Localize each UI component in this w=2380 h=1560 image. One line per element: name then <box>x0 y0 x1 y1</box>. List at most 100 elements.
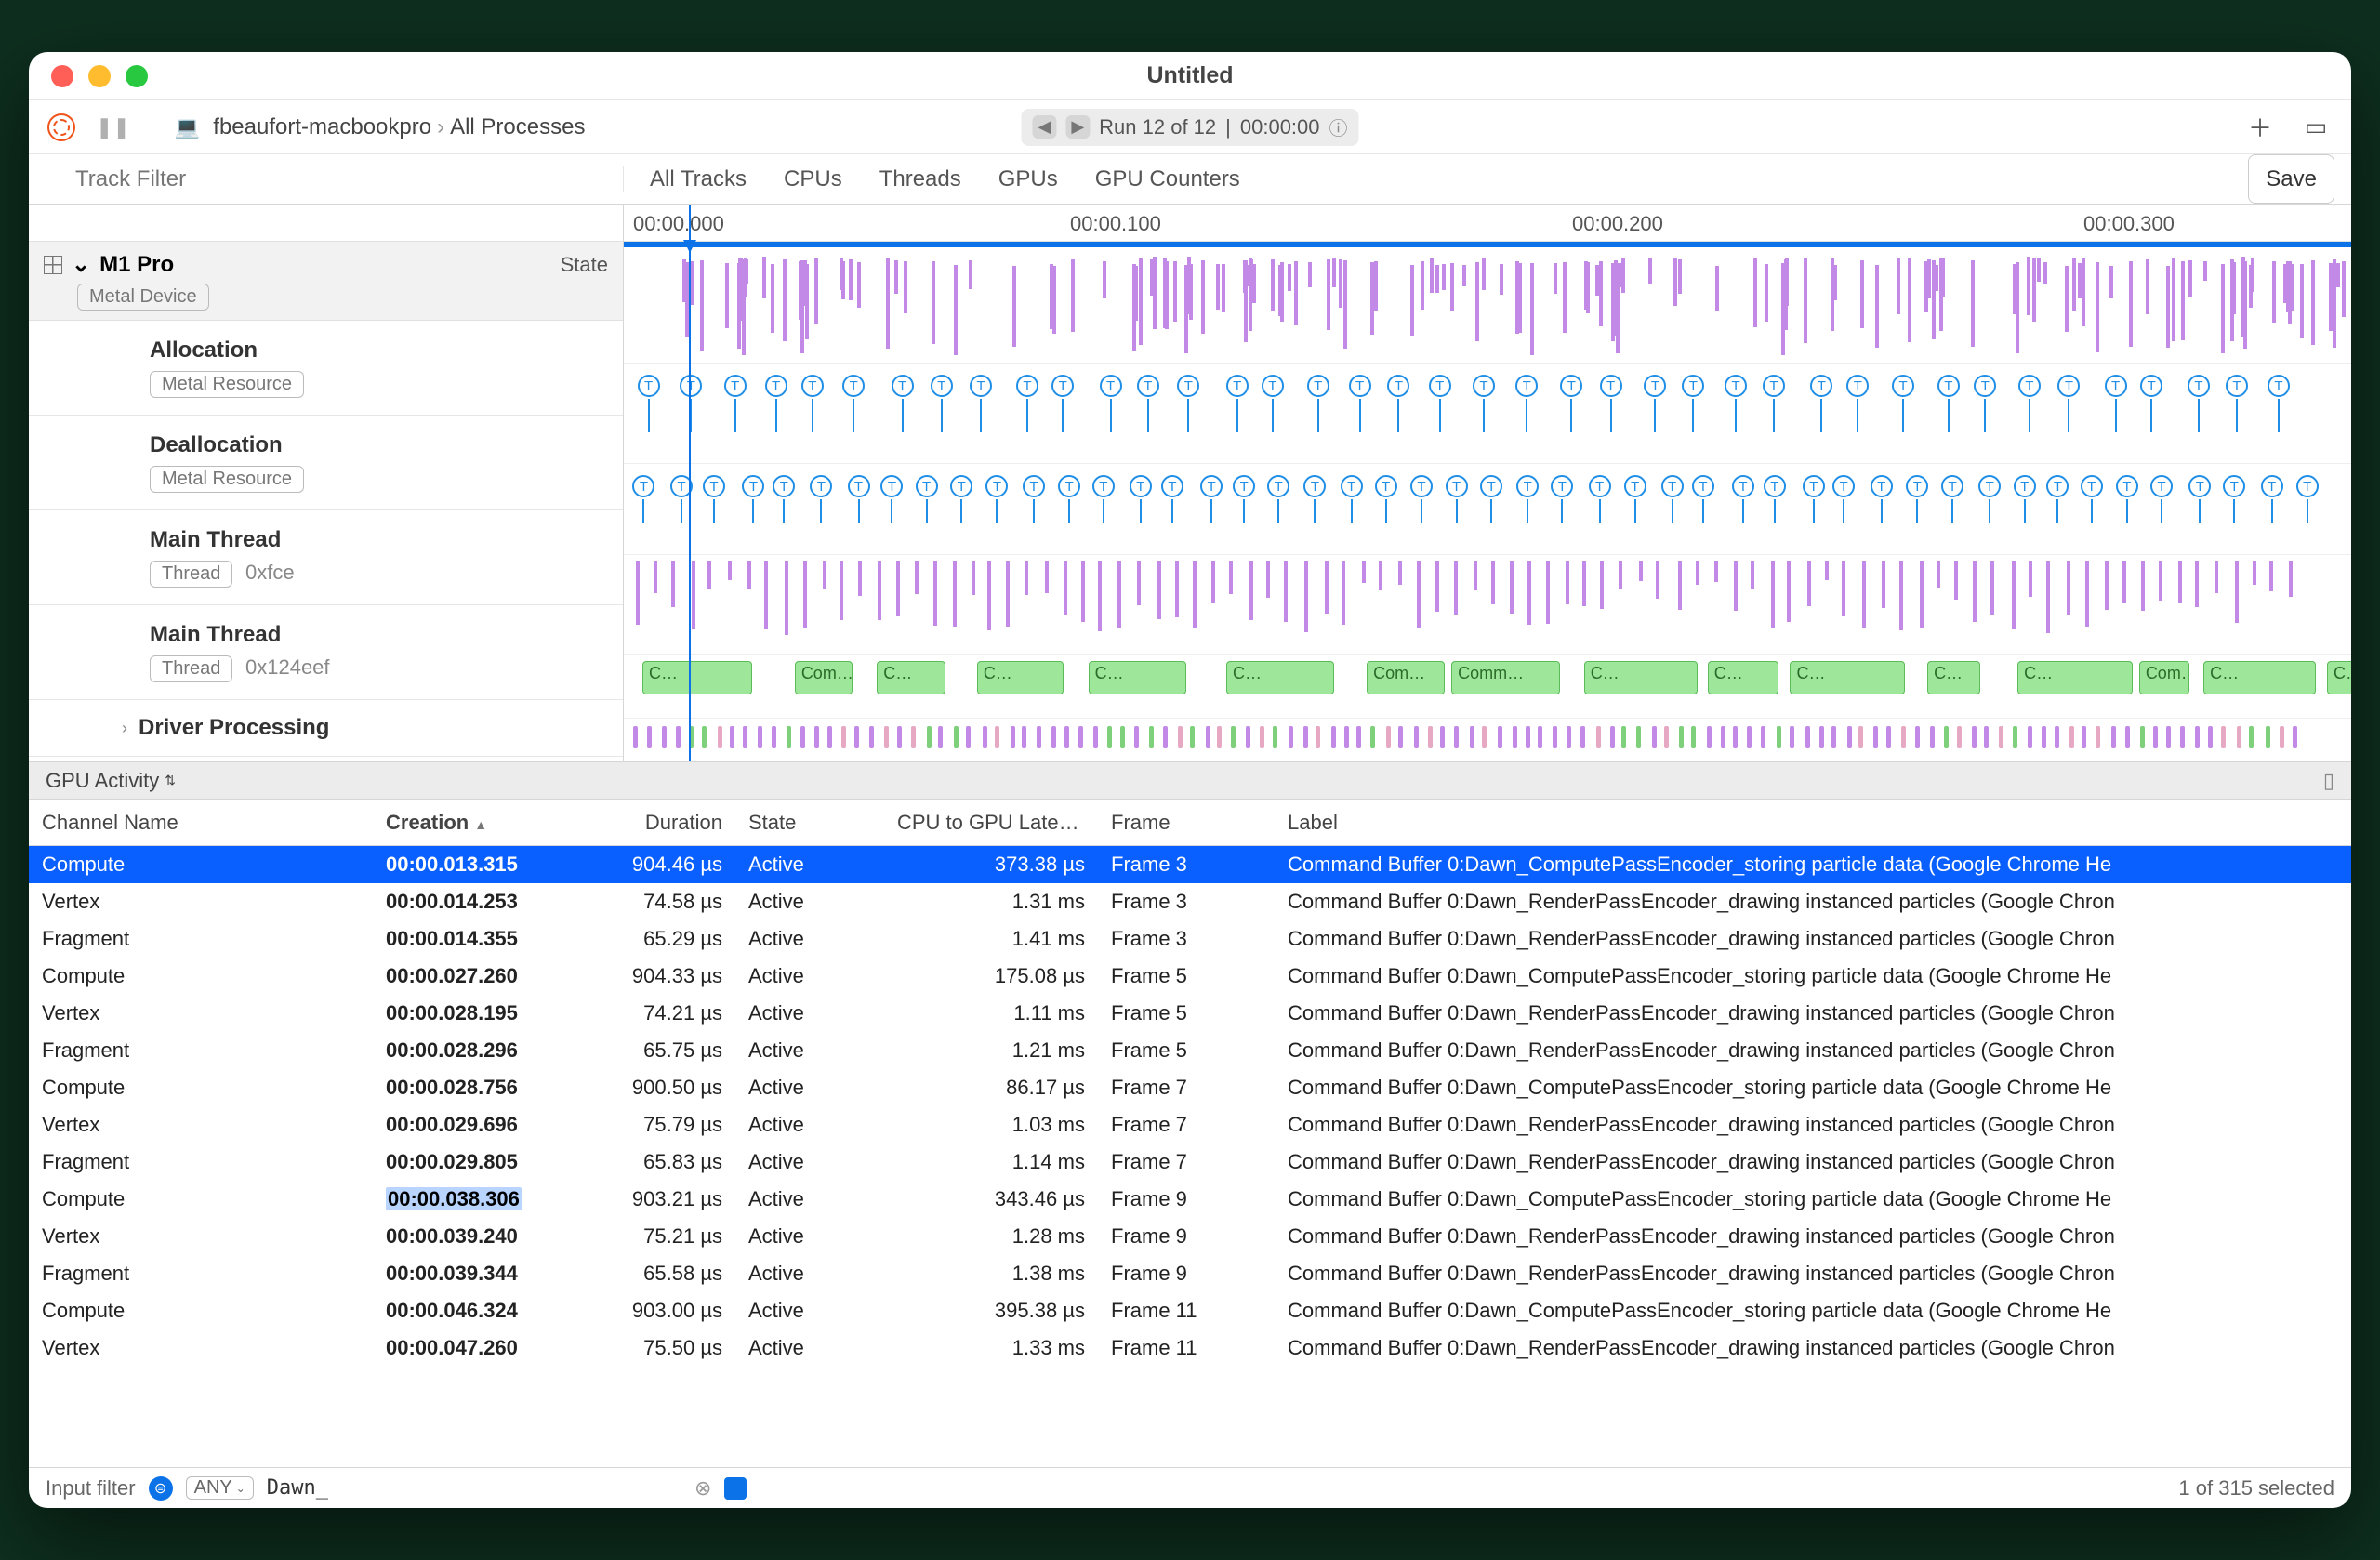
filter-chip-icon[interactable]: ⊜ <box>149 1476 173 1501</box>
timeline-canvas[interactable]: 00:00.000 00:00.100 00:00.200 00:00.300 … <box>624 205 2351 761</box>
table-row[interactable]: Compute 00:00.013.315 904.46 µs Active 3… <box>29 846 2351 883</box>
table-row[interactable]: Vertex 00:00.029.696 75.79 µs Active 1.0… <box>29 1106 2351 1144</box>
cell-frame: Frame 11 <box>1098 1299 1275 1323</box>
cell-frame: Frame 11 <box>1098 1336 1275 1360</box>
command-segment[interactable]: C… <box>1226 661 1334 694</box>
table-row[interactable]: Compute 00:00.046.324 903.00 µs Active 3… <box>29 1292 2351 1329</box>
breadcrumb[interactable]: fbeaufort-macbookpro › All Processes <box>213 114 585 140</box>
cell-latency: 175.08 µs <box>884 964 1098 988</box>
device-track-header[interactable]: ⌄ M1 Pro State Metal Device <box>29 242 623 321</box>
track-row[interactable]: Deallocation Metal Resource <box>29 416 623 510</box>
cell-frame: Frame 9 <box>1098 1224 1275 1249</box>
sort-asc-icon: ▲ <box>474 817 487 832</box>
minimize-window-button[interactable] <box>88 65 111 87</box>
col-header-frame[interactable]: Frame <box>1098 811 1275 835</box>
col-header-latency[interactable]: CPU to GPU Laten… <box>884 811 1098 835</box>
command-segment[interactable]: C… <box>977 661 1064 694</box>
cell-channel: Vertex <box>29 1001 373 1025</box>
track-row[interactable]: Main Thread Thread 0x124eef <box>29 605 623 700</box>
command-segment[interactable]: C… <box>877 661 945 694</box>
col-header-label[interactable]: Label <box>1275 811 2351 835</box>
filter-token[interactable]: Dawn_ <box>267 1476 328 1500</box>
state-column-header: State <box>561 253 608 277</box>
command-segment[interactable]: C… <box>2203 661 2316 694</box>
filter-bar: ⊜ All Tracks CPUs Threads GPUs GPU Count… <box>29 154 2351 205</box>
col-header-duration[interactable]: Duration <box>596 811 735 835</box>
table-row[interactable]: Vertex 00:00.047.260 75.50 µs Active 1.3… <box>29 1329 2351 1367</box>
command-segment[interactable]: Com… <box>2139 661 2189 694</box>
add-button[interactable]: ＋ <box>2243 111 2277 144</box>
clear-filter-button[interactable]: ⊗ <box>694 1476 711 1501</box>
command-segment[interactable]: C… <box>1708 661 1778 694</box>
table-row[interactable]: Vertex 00:00.014.253 74.58 µs Active 1.3… <box>29 883 2351 920</box>
cell-channel: Fragment <box>29 927 373 951</box>
track-row[interactable]: Allocation Metal Resource <box>29 321 623 416</box>
command-segment[interactable]: C… <box>1089 661 1186 694</box>
cell-duration: 65.29 µs <box>596 927 735 951</box>
col-header-channel[interactable]: Channel Name <box>29 811 373 835</box>
command-segment[interactable]: C… <box>1927 661 1980 694</box>
track-row[interactable]: Main Thread Thread 0xfce <box>29 510 623 605</box>
command-segment[interactable]: Com… <box>795 661 853 694</box>
filter-scope-selector[interactable]: ANY ⌄ <box>186 1476 254 1500</box>
laptop-icon: 💻 <box>175 115 200 139</box>
tab-threads[interactable]: Threads <box>879 166 961 192</box>
selection-status: 1 of 315 selected <box>2178 1476 2334 1501</box>
run-prev-button[interactable]: ◀ <box>1032 115 1056 139</box>
fullscreen-window-button[interactable] <box>126 65 148 87</box>
chevron-right-icon[interactable]: › <box>122 719 127 738</box>
cell-creation: 00:00.039.344 <box>373 1262 596 1286</box>
filter-options-button[interactable] <box>724 1477 747 1500</box>
tab-gpus[interactable]: GPUs <box>998 166 1058 192</box>
table-row[interactable]: Fragment 00:00.039.344 65.58 µs Active 1… <box>29 1255 2351 1292</box>
pause-button[interactable]: ❚❚ <box>88 115 138 139</box>
command-segment[interactable]: C… <box>1790 661 1905 694</box>
info-icon[interactable]: ⓘ <box>1329 113 1348 140</box>
table-row[interactable]: Vertex 00:00.028.195 74.21 µs Active 1.1… <box>29 995 2351 1032</box>
command-segment[interactable]: C… <box>1584 661 1698 694</box>
command-segment[interactable]: Com… <box>1367 661 1445 694</box>
cell-latency: 1.28 ms <box>884 1224 1098 1249</box>
main-thread-2-track: C…Com…C…C…C…C…Com…Comm…C…C…C…C…C…Com…C…C… <box>624 654 2351 712</box>
cell-label: Command Buffer 0:Dawn_ComputePassEncoder… <box>1275 1076 2351 1100</box>
breadcrumb-target[interactable]: All Processes <box>450 114 585 140</box>
save-button[interactable]: Save <box>2248 154 2334 204</box>
library-button[interactable]: ▭ <box>2299 111 2333 144</box>
table-row[interactable]: Compute 00:00.038.306 903.21 µs Active 3… <box>29 1181 2351 1218</box>
chevron-down-icon[interactable]: ⌄ <box>72 251 90 278</box>
tab-all-tracks[interactable]: All Tracks <box>650 166 747 192</box>
close-window-button[interactable] <box>51 65 73 87</box>
table-row[interactable]: Fragment 00:00.014.355 65.29 µs Active 1… <box>29 920 2351 958</box>
table-row[interactable]: Fragment 00:00.029.805 65.83 µs Active 1… <box>29 1144 2351 1181</box>
toolbar: ❚❚ 💻 fbeaufort-macbookpro › All Processe… <box>29 100 2351 154</box>
cell-duration: 900.50 µs <box>596 1076 735 1100</box>
run-selector[interactable]: ◀ ▶ Run 12 of 12 | 00:00:00 ⓘ <box>1021 109 1358 146</box>
tab-gpu-counters[interactable]: GPU Counters <box>1095 166 1240 192</box>
device-name: M1 Pro <box>99 252 174 278</box>
command-segment[interactable]: Comm… <box>1451 661 1560 694</box>
cell-frame: Frame 3 <box>1098 927 1275 951</box>
tab-cpus[interactable]: CPUs <box>784 166 842 192</box>
table-body[interactable]: Compute 00:00.013.315 904.46 µs Active 3… <box>29 846 2351 1467</box>
command-segment[interactable]: C… <box>2017 661 2133 694</box>
cell-latency: 1.38 ms <box>884 1262 1098 1286</box>
cell-channel: Vertex <box>29 890 373 914</box>
command-segment[interactable]: C… <box>2327 661 2351 694</box>
breadcrumb-host[interactable]: fbeaufort-macbookpro <box>213 114 431 140</box>
run-next-button[interactable]: ▶ <box>1065 115 1090 139</box>
record-button[interactable] <box>47 113 75 141</box>
time-ruler[interactable]: 00:00.000 00:00.100 00:00.200 00:00.300 <box>624 205 2351 242</box>
table-row[interactable]: Compute 00:00.028.756 900.50 µs Active 8… <box>29 1069 2351 1106</box>
col-header-creation[interactable]: Creation▲ <box>373 811 596 835</box>
track-filter-input[interactable] <box>29 166 624 192</box>
driver-processing-row[interactable]: › Driver Processing <box>29 700 623 757</box>
table-row[interactable]: Fragment 00:00.028.296 65.75 µs Active 1… <box>29 1032 2351 1069</box>
playhead[interactable] <box>689 205 691 761</box>
col-header-state[interactable]: State <box>735 811 884 835</box>
command-segment[interactable]: C… <box>642 661 752 694</box>
table-row[interactable]: Vertex 00:00.039.240 75.21 µs Active 1.2… <box>29 1218 2351 1255</box>
activity-table: Channel Name Creation▲ Duration State CP… <box>29 800 2351 1467</box>
panel-toggle-icon[interactable]: ▯ <box>2323 769 2334 793</box>
panel-selector[interactable]: GPU Activity ⇅ <box>46 769 176 793</box>
table-row[interactable]: Compute 00:00.027.260 904.33 µs Active 1… <box>29 958 2351 995</box>
